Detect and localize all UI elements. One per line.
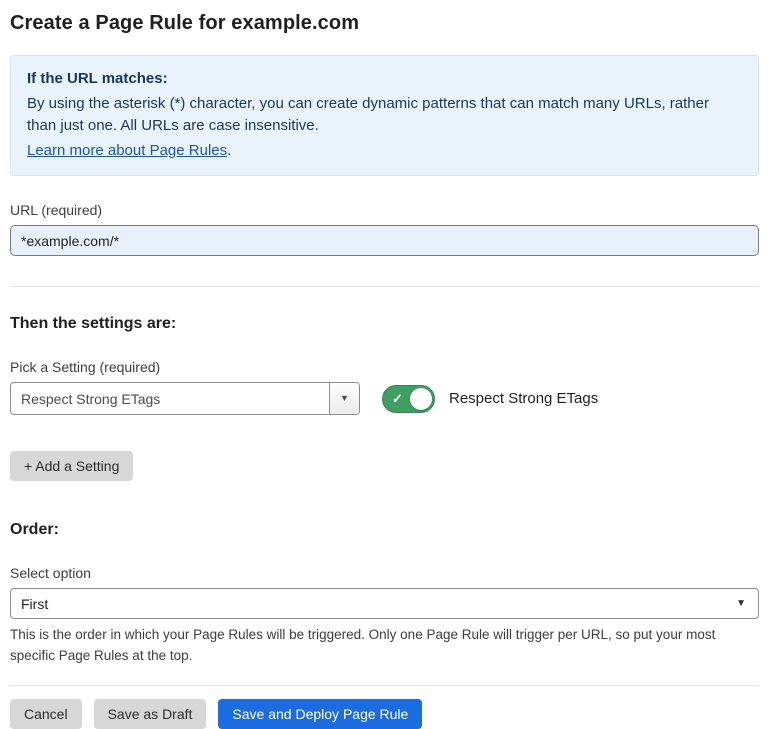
divider xyxy=(10,286,759,287)
info-box-body: By using the asterisk (*) character, you… xyxy=(27,93,742,138)
pick-setting-label: Pick a Setting (required) xyxy=(10,359,759,375)
page-rule-form: Create a Page Rule for example.com If th… xyxy=(0,0,769,729)
setting-row: Respect Strong ETags ▼ ✓ Respect Strong … xyxy=(10,382,759,415)
info-box-heading: If the URL matches: xyxy=(27,68,742,91)
check-icon: ✓ xyxy=(392,391,403,408)
save-draft-button[interactable]: Save as Draft xyxy=(94,699,207,729)
order-select-label: Select option xyxy=(10,565,759,581)
chevron-down-icon: ▼ xyxy=(736,599,746,609)
settings-heading: Then the settings are: xyxy=(10,315,759,333)
add-setting-button[interactable]: + Add a Setting xyxy=(10,451,133,481)
page-title: Create a Page Rule for example.com xyxy=(10,12,759,35)
order-heading: Order: xyxy=(10,521,759,539)
order-select-value: First xyxy=(21,596,48,612)
url-label: URL (required) xyxy=(10,202,759,218)
page-rules-link[interactable]: Learn more about Page Rules xyxy=(27,142,227,159)
divider xyxy=(10,685,759,686)
etags-toggle-label: Respect Strong ETags xyxy=(449,390,598,407)
chevron-down-icon: ▼ xyxy=(340,394,349,403)
setting-select-dropdown-button[interactable]: ▼ xyxy=(329,383,359,414)
url-input[interactable] xyxy=(10,225,759,256)
setting-select[interactable]: Respect Strong ETags ▼ xyxy=(10,382,360,415)
info-box-link-line: Learn more about Page Rules. xyxy=(27,140,742,163)
url-match-info-box: If the URL matches: By using the asteris… xyxy=(10,55,759,176)
setting-select-value: Respect Strong ETags xyxy=(11,383,329,414)
order-help-text: This is the order in which your Page Rul… xyxy=(10,625,759,667)
order-select[interactable]: First ▼ xyxy=(10,588,759,619)
toggle-knob xyxy=(410,388,432,410)
cancel-button[interactable]: Cancel xyxy=(10,699,82,729)
save-deploy-button[interactable]: Save and Deploy Page Rule xyxy=(218,699,422,729)
footer-actions: Cancel Save as Draft Save and Deploy Pag… xyxy=(10,699,759,729)
etags-toggle[interactable]: ✓ xyxy=(382,385,435,413)
link-period: . xyxy=(227,142,231,159)
